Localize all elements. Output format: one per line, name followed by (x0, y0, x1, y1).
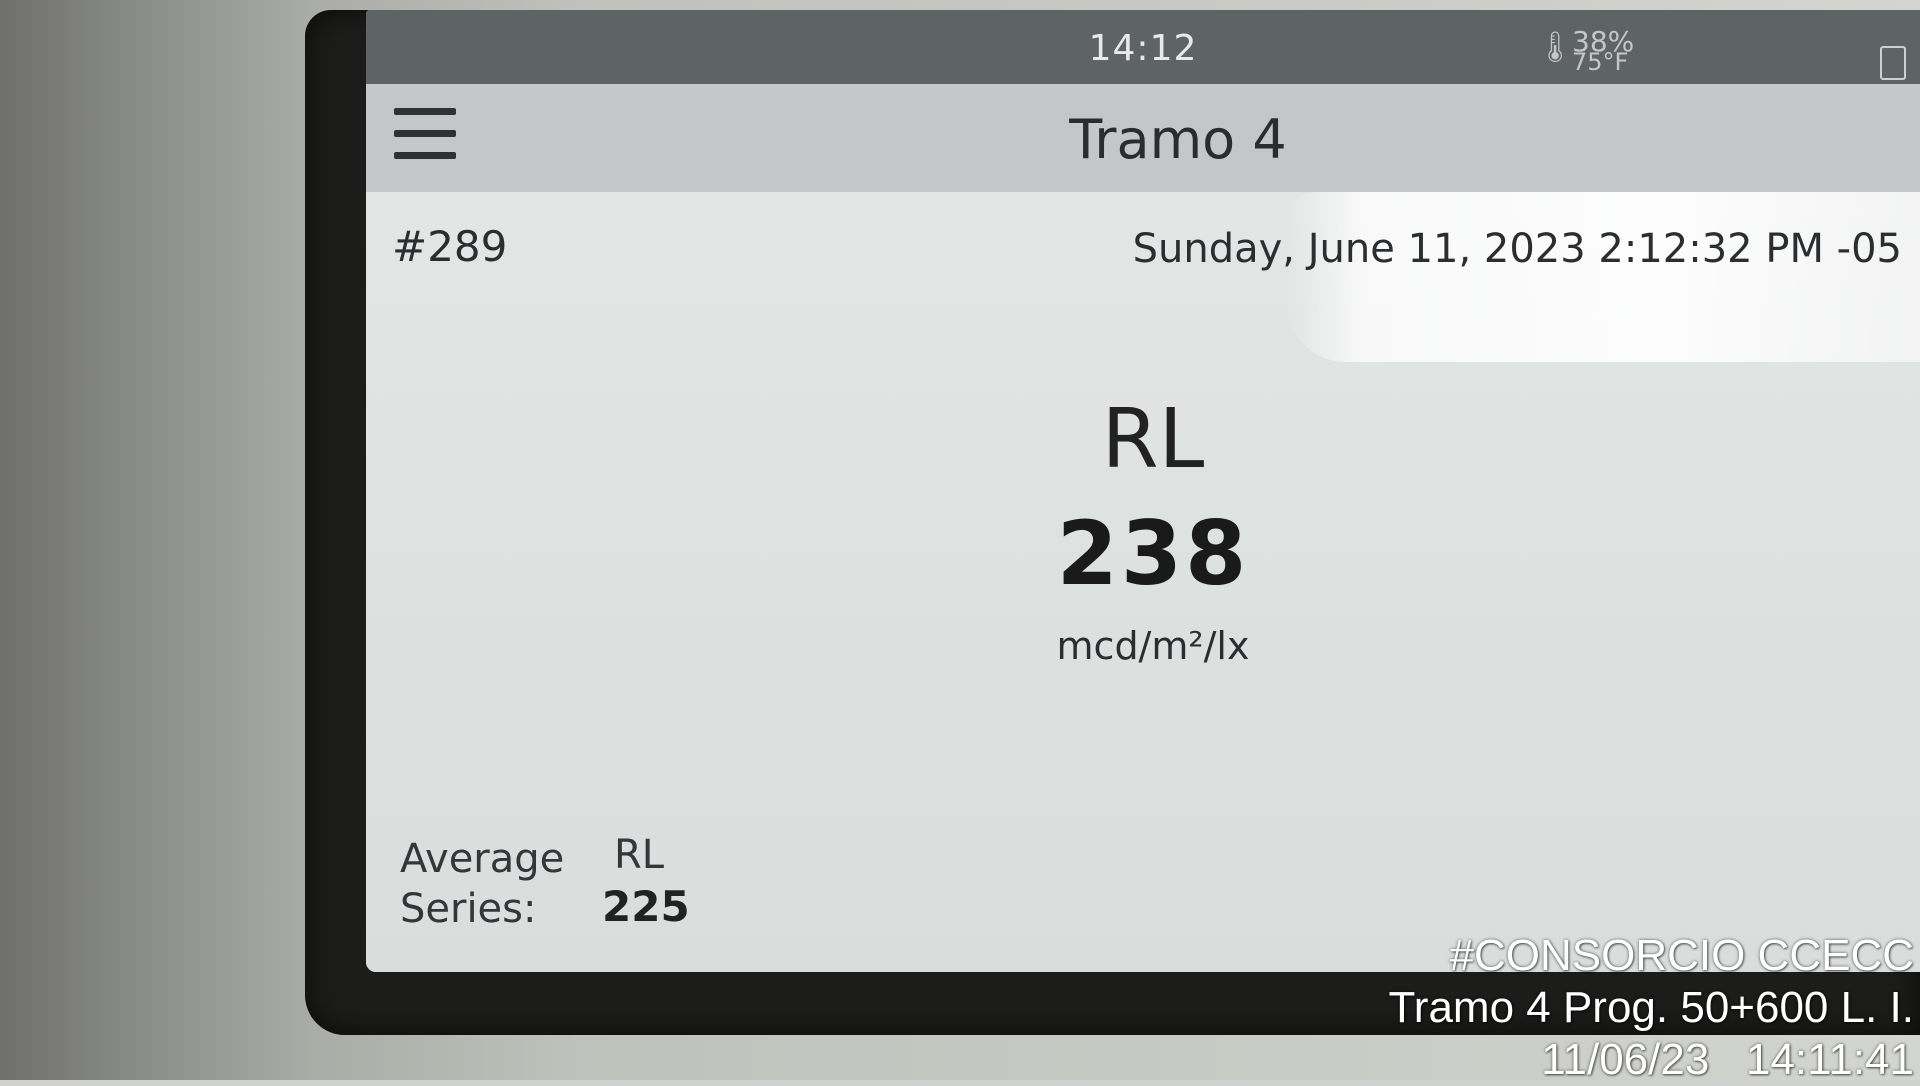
average-metric-label: RL (614, 832, 665, 878)
watermark-line3: 11/06/23 14:11:41 (1541, 1035, 1914, 1084)
battery-icon (1880, 46, 1906, 80)
average-label-line2: Series: (400, 886, 537, 932)
temperature-value: 75°F (1572, 48, 1629, 76)
screen-glare (1286, 192, 1920, 362)
photo-watermark: #CONSORCIO CCECC Tramo 4 Prog. 50+600 L.… (1389, 930, 1914, 1086)
device-screen: 14:12 🌡 38% 75°F Tramo 4 #289 Sunday, Ju… (366, 10, 1920, 972)
metric-value: 238 (1056, 502, 1250, 605)
metric-unit: mcd/m²/lx (1056, 624, 1250, 668)
average-label-line1: Average (400, 836, 565, 882)
environment-readout: 🌡 38% 75°F (1536, 28, 1686, 80)
average-value: 225 (602, 882, 690, 931)
average-series-label: Average Series: (400, 834, 564, 934)
record-id: #289 (392, 222, 508, 271)
status-bar: 14:12 🌡 38% 75°F (366, 10, 1920, 84)
watermark-line1: #CONSORCIO CCECC (1449, 931, 1915, 980)
page-title: Tramo 4 (1069, 108, 1287, 171)
watermark-line2: Tramo 4 Prog. 50+600 L. I. (1388, 983, 1914, 1032)
status-time: 14:12 (1088, 28, 1198, 69)
app-bar: Tramo 4 (366, 84, 1920, 192)
thermometer-icon: 🌡 (1536, 30, 1575, 65)
measurement-datetime: Sunday, June 11, 2023 2:12:32 PM -05 (1132, 226, 1902, 272)
measurement-panel: #289 Sunday, June 11, 2023 2:12:32 PM -0… (366, 192, 1920, 972)
metric-label: RL (1101, 392, 1205, 487)
